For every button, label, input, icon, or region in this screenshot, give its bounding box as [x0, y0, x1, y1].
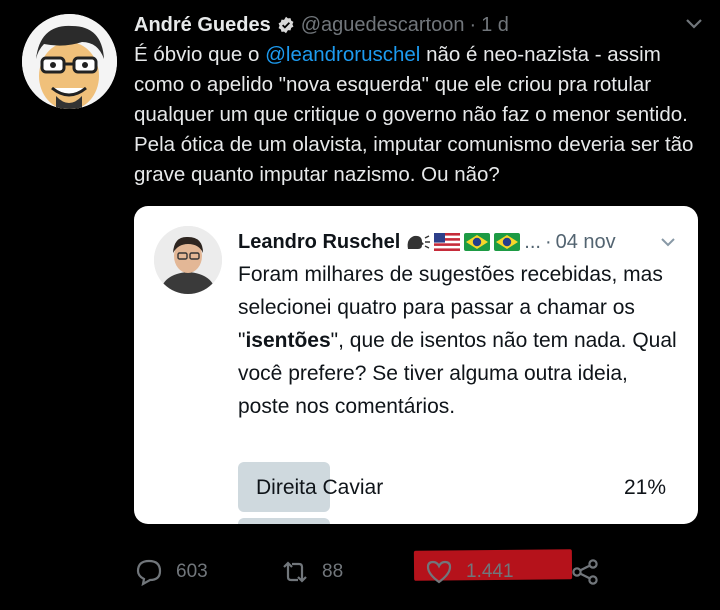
reply-button[interactable]: 603	[134, 554, 208, 590]
poll-option-label: Direita Caviar	[256, 476, 384, 499]
flag-brazil-icon	[494, 233, 521, 251]
quoted-tweet-card[interactable]: Leandro Ruschel ... · 04 nov Foram milha…	[134, 206, 698, 524]
cartoon-avatar-icon	[22, 14, 117, 109]
author-handle[interactable]: @aguedescartoon	[301, 14, 465, 37]
person-photo-icon	[154, 226, 222, 294]
speaking-head-icon	[407, 235, 431, 249]
tweet-text: É óbvio que o @leandroruschel não é neo-…	[134, 40, 694, 190]
flag-brazil-icon	[464, 233, 491, 251]
chevron-down-icon[interactable]	[684, 16, 704, 32]
quoted-date[interactable]: 04 nov	[556, 231, 616, 254]
quoted-ellipsis: ...	[524, 230, 541, 253]
quoted-author-name[interactable]: Leandro Ruschel	[238, 231, 400, 254]
poll-option: Direita Caviar 21%	[238, 462, 678, 512]
poll-option-percent: 21%	[623, 476, 666, 499]
tweet[interactable]: André Guedes @aguedescartoon · 1 d É óbv…	[0, 0, 720, 610]
like-count: 1.441	[466, 561, 514, 582]
quoted-avatar[interactable]	[154, 226, 222, 294]
quoted-text-bold: isentões	[245, 329, 331, 352]
reply-icon	[136, 559, 162, 587]
tweet-header: André Guedes @aguedescartoon · 1 d	[134, 10, 704, 40]
separator-dot: ·	[469, 13, 477, 36]
avatar[interactable]	[22, 14, 117, 109]
action-bar: 603 88 1.441	[134, 554, 614, 590]
quoted-separator: ·	[544, 230, 552, 253]
flag-us-icon	[434, 233, 461, 251]
poll-result-bar-partial	[238, 518, 330, 524]
retweet-button[interactable]: 88	[280, 554, 343, 590]
retweet-icon	[283, 561, 307, 583]
mention-link[interactable]: @leandroruschel	[265, 43, 420, 66]
quoted-header: Leandro Ruschel ... · 04 nov	[238, 228, 688, 256]
author-name[interactable]: André Guedes	[134, 14, 271, 37]
share-icon	[572, 559, 598, 585]
chevron-down-icon[interactable]	[660, 236, 676, 248]
heart-icon	[426, 560, 452, 584]
retweet-count: 88	[322, 561, 344, 582]
share-button[interactable]	[570, 554, 612, 590]
poll: Direita Caviar 21%	[238, 462, 678, 524]
verified-badge-icon	[278, 16, 294, 34]
tweet-text-start: É óbvio que o	[134, 43, 266, 66]
tweet-time[interactable]: 1 d	[481, 14, 509, 37]
reply-count: 603	[176, 561, 208, 582]
quoted-text: Foram milhares de sugestões recebidas, m…	[238, 258, 678, 423]
like-button[interactable]: 1.441	[424, 554, 514, 590]
